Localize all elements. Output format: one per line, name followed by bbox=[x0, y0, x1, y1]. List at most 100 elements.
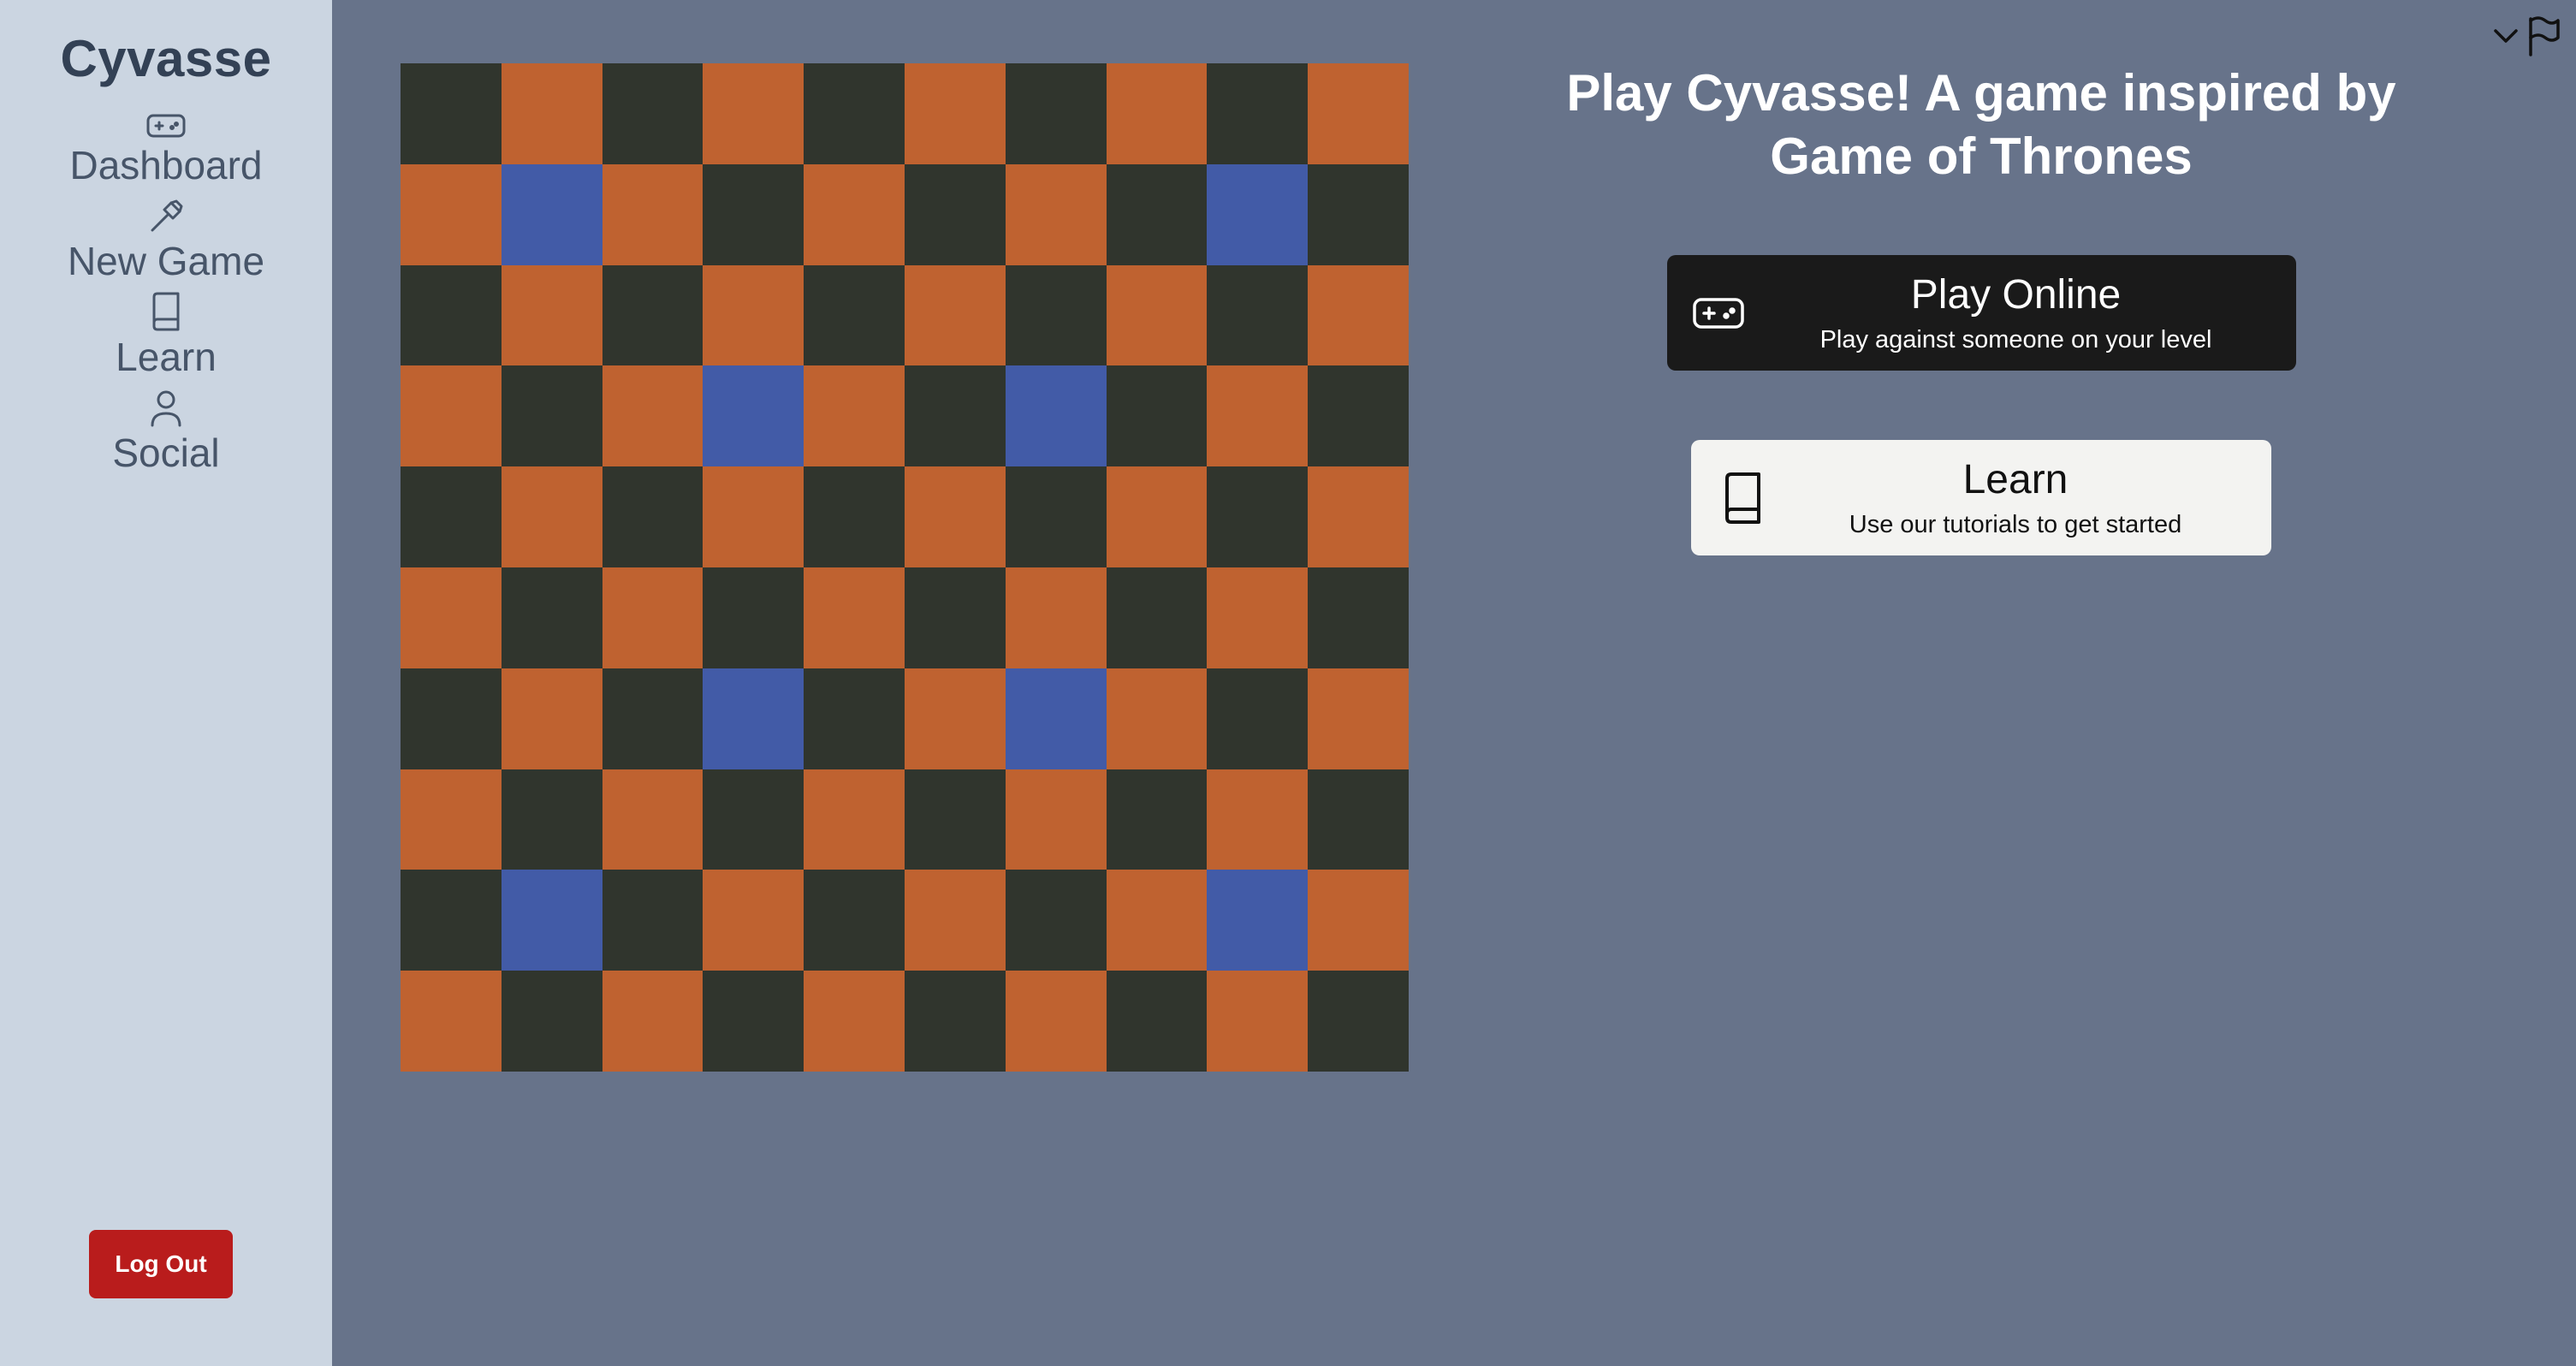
board-square[interactable] bbox=[401, 466, 502, 567]
board-square[interactable] bbox=[1005, 769, 1107, 870]
board-square[interactable] bbox=[1005, 971, 1107, 1072]
board-square[interactable] bbox=[905, 163, 1006, 265]
board-square[interactable] bbox=[1207, 769, 1309, 870]
logout-button[interactable]: Log Out bbox=[89, 1230, 233, 1298]
board-square[interactable] bbox=[804, 567, 905, 668]
board-square[interactable] bbox=[602, 870, 703, 971]
board-square[interactable] bbox=[1308, 668, 1409, 769]
board-square[interactable] bbox=[905, 567, 1006, 668]
board-square[interactable] bbox=[804, 870, 905, 971]
board-square[interactable] bbox=[1308, 971, 1409, 1072]
board-square[interactable] bbox=[501, 870, 602, 971]
board-square[interactable] bbox=[1005, 870, 1107, 971]
board-square[interactable] bbox=[401, 163, 502, 265]
sidebar-item-social[interactable]: Social bbox=[112, 384, 220, 480]
board-square[interactable] bbox=[1106, 668, 1208, 769]
board-square[interactable] bbox=[1308, 63, 1409, 164]
board-square[interactable] bbox=[1005, 63, 1107, 164]
board-square[interactable] bbox=[501, 567, 602, 668]
board-square[interactable] bbox=[905, 264, 1006, 366]
learn-button[interactable]: Learn Use our tutorials to get started bbox=[1691, 440, 2271, 555]
chevron-down-icon[interactable] bbox=[2492, 27, 2520, 45]
board-square[interactable] bbox=[1308, 365, 1409, 467]
board-square[interactable] bbox=[804, 63, 905, 164]
board-square[interactable] bbox=[501, 63, 602, 164]
board-square[interactable] bbox=[1308, 163, 1409, 265]
board-square[interactable] bbox=[1207, 466, 1309, 567]
flag-icon[interactable] bbox=[2526, 15, 2561, 56]
board-square[interactable] bbox=[1005, 264, 1107, 366]
board-square[interactable] bbox=[602, 163, 703, 265]
board-square[interactable] bbox=[602, 769, 703, 870]
board-square[interactable] bbox=[1005, 466, 1107, 567]
board-square[interactable] bbox=[501, 668, 602, 769]
board-square[interactable] bbox=[905, 971, 1006, 1072]
board-square[interactable] bbox=[1308, 870, 1409, 971]
board-square[interactable] bbox=[602, 668, 703, 769]
board-square[interactable] bbox=[401, 264, 502, 366]
board-square[interactable] bbox=[1308, 567, 1409, 668]
sidebar-item-learn[interactable]: Learn bbox=[116, 288, 217, 384]
board-square[interactable] bbox=[804, 769, 905, 870]
board-square[interactable] bbox=[804, 163, 905, 265]
board-square[interactable] bbox=[1106, 466, 1208, 567]
board-square[interactable] bbox=[905, 870, 1006, 971]
board-square[interactable] bbox=[905, 466, 1006, 567]
sidebar-item-new-game[interactable]: New Game bbox=[68, 193, 264, 288]
board-square[interactable] bbox=[602, 63, 703, 164]
board-square[interactable] bbox=[1106, 163, 1208, 265]
board-square[interactable] bbox=[501, 264, 602, 366]
board-square[interactable] bbox=[401, 971, 502, 1072]
board-square[interactable] bbox=[703, 870, 804, 971]
board-square[interactable] bbox=[804, 971, 905, 1072]
board-square[interactable] bbox=[1207, 971, 1309, 1072]
board-square[interactable] bbox=[804, 264, 905, 366]
board-square[interactable] bbox=[1106, 567, 1208, 668]
board-square[interactable] bbox=[1106, 870, 1208, 971]
board-square[interactable] bbox=[1308, 769, 1409, 870]
board-square[interactable] bbox=[401, 63, 502, 164]
board-square[interactable] bbox=[1106, 971, 1208, 1072]
board-square[interactable] bbox=[1005, 668, 1107, 769]
board-square[interactable] bbox=[1207, 870, 1309, 971]
board-square[interactable] bbox=[1308, 466, 1409, 567]
board-square[interactable] bbox=[905, 63, 1006, 164]
board-square[interactable] bbox=[1106, 264, 1208, 366]
board-square[interactable] bbox=[1106, 769, 1208, 870]
board-square[interactable] bbox=[501, 365, 602, 467]
board-square[interactable] bbox=[401, 668, 502, 769]
board-square[interactable] bbox=[905, 365, 1006, 467]
board-square[interactable] bbox=[1106, 63, 1208, 164]
board-square[interactable] bbox=[501, 971, 602, 1072]
board-square[interactable] bbox=[602, 264, 703, 366]
board-square[interactable] bbox=[501, 769, 602, 870]
board-square[interactable] bbox=[703, 466, 804, 567]
board-square[interactable] bbox=[703, 567, 804, 668]
board-square[interactable] bbox=[1005, 567, 1107, 668]
board-square[interactable] bbox=[703, 668, 804, 769]
board-square[interactable] bbox=[401, 870, 502, 971]
board-square[interactable] bbox=[1207, 365, 1309, 467]
board-square[interactable] bbox=[1308, 264, 1409, 366]
board-square[interactable] bbox=[401, 769, 502, 870]
board-square[interactable] bbox=[602, 971, 703, 1072]
board-square[interactable] bbox=[1106, 365, 1208, 467]
board-square[interactable] bbox=[1207, 264, 1309, 366]
board-square[interactable] bbox=[1207, 567, 1309, 668]
board-square[interactable] bbox=[703, 769, 804, 870]
board-square[interactable] bbox=[703, 264, 804, 366]
board-square[interactable] bbox=[703, 971, 804, 1072]
board-square[interactable] bbox=[703, 365, 804, 467]
board-square[interactable] bbox=[602, 466, 703, 567]
board-square[interactable] bbox=[1005, 365, 1107, 467]
board-square[interactable] bbox=[501, 163, 602, 265]
board-square[interactable] bbox=[602, 365, 703, 467]
board-square[interactable] bbox=[905, 668, 1006, 769]
brand-title[interactable]: Cyvasse bbox=[60, 29, 271, 88]
board-square[interactable] bbox=[804, 365, 905, 467]
board-square[interactable] bbox=[804, 668, 905, 769]
board-square[interactable] bbox=[501, 466, 602, 567]
board-square[interactable] bbox=[703, 63, 804, 164]
board-square[interactable] bbox=[1207, 63, 1309, 164]
board-square[interactable] bbox=[1005, 163, 1107, 265]
